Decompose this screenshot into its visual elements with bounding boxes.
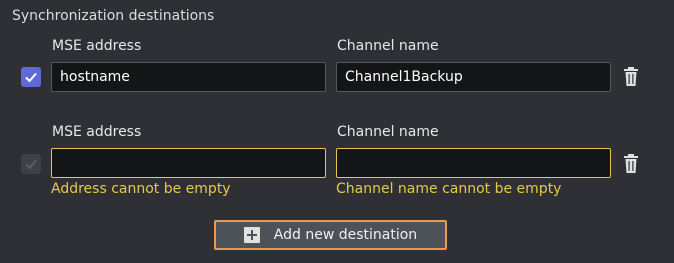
mse-address-label: MSE address — [52, 38, 142, 54]
checkmark-icon — [25, 72, 37, 83]
mse-address-input[interactable] — [51, 62, 326, 92]
add-destination-label: Add new destination — [273, 227, 418, 243]
plus-icon — [243, 227, 260, 243]
address-error-message: Address cannot be empty — [51, 181, 231, 197]
trash-icon[interactable] — [623, 67, 639, 87]
trash-icon[interactable] — [623, 154, 639, 174]
section-title: Synchronization destinations — [12, 8, 215, 24]
mse-address-input[interactable] — [51, 148, 326, 178]
destination-enabled-checkbox[interactable] — [21, 154, 41, 174]
channel-name-label: Channel name — [337, 124, 439, 140]
channel-name-label: Channel name — [337, 38, 439, 54]
channel-name-input[interactable] — [336, 62, 611, 92]
destination-enabled-checkbox[interactable] — [21, 67, 41, 87]
mse-address-label: MSE address — [52, 124, 142, 140]
channel-name-input[interactable] — [336, 148, 611, 178]
channel-error-message: Channel name cannot be empty — [336, 181, 562, 197]
add-destination-button[interactable]: Add new destination — [214, 220, 447, 250]
checkmark-icon — [25, 159, 37, 170]
